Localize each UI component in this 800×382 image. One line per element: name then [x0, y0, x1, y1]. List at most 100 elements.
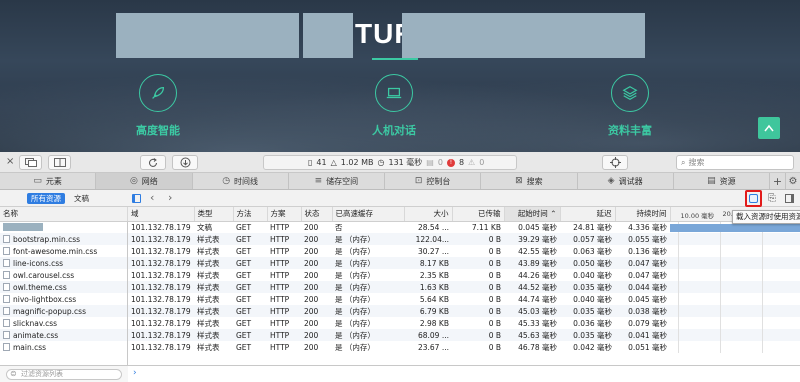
gear-icon[interactable]: ⚙ — [786, 173, 800, 189]
cached-cell: 是 （内存） — [332, 281, 404, 293]
table-row[interactable]: 101.132.78.179 样式表 GET HTTP 200 是 （内存） 5.64 KB… — [128, 293, 800, 305]
download-button[interactable] — [172, 155, 198, 170]
table-row[interactable]: owl.theme.css — [0, 281, 127, 293]
search-field[interactable]: ⌕ 搜索 — [676, 155, 794, 170]
table-row[interactable] — [0, 221, 127, 233]
tab-resources[interactable]: ▤ 资源 — [674, 173, 770, 189]
latency-cell: 0.063 毫秒 — [573, 246, 612, 256]
windows-icon — [24, 158, 37, 167]
waterfall-cell — [670, 245, 800, 257]
waterfall-cell — [670, 281, 800, 293]
resource-name-cell: owl.theme.css — [0, 281, 127, 293]
status-cell: 200 — [304, 294, 319, 304]
resource-name: line-icons.css — [3, 259, 124, 268]
sidebar-toggle-icon[interactable] — [132, 194, 141, 203]
details-sidebar-icon[interactable] — [785, 194, 794, 203]
resource-name-label: slicknav.css — [13, 318, 58, 328]
resource-name-cell — [0, 221, 127, 233]
reload-button[interactable] — [140, 155, 166, 170]
redacted-block — [303, 13, 353, 58]
add-tab-icon[interactable]: + — [770, 173, 786, 189]
cached-cell: 否 — [335, 222, 343, 232]
duration-cell: 4.336 毫秒 — [628, 222, 667, 232]
size-cell: 2.98 KB — [419, 318, 449, 328]
page-hero: TURI 高度智能 人机对话 资料丰富 — [0, 0, 800, 152]
table-row[interactable]: slicknav.css — [0, 317, 127, 329]
waterfall-gridline — [762, 341, 763, 353]
table-row[interactable]: bootstrap.min.css — [0, 233, 127, 245]
domain-cell: 101.132.78.179 — [128, 233, 194, 245]
column-header-size[interactable]: 大小 — [404, 207, 453, 222]
rocket-icon — [139, 74, 177, 112]
tab-timeline[interactable]: ◷ 时间线 — [193, 173, 289, 189]
inspect-element-button[interactable] — [602, 155, 628, 170]
forward-arrow-icon[interactable]: › — [168, 191, 172, 204]
column-header-status[interactable]: 状态 — [301, 207, 333, 222]
filter-resource-input[interactable]: 过滤资源列表 — [6, 369, 122, 380]
resource-name-cell: bootstrap.min.css — [0, 233, 127, 245]
tab-debugger[interactable]: ◈ 调试器 — [578, 173, 674, 189]
tab-network[interactable]: ◎ 网络 — [96, 173, 193, 189]
stylesheet-file-icon — [3, 259, 10, 267]
table-row[interactable]: main.css — [0, 341, 127, 353]
activity-summary[interactable]: ▯ 41 △ 1.02 MB ◷ 131 毫秒 ▤ 0 ! 8 ⚠ 0 — [263, 155, 517, 170]
table-row[interactable]: line-icons.css — [0, 257, 127, 269]
table-row[interactable]: 101.132.78.179 样式表 GET HTTP 200 是 （内存） 1.63 KB… — [128, 281, 800, 293]
table-row[interactable]: 101.132.78.179 样式表 GET HTTP 200 是 （内存） 8.17 KB… — [128, 257, 800, 269]
close-icon[interactable]: × — [6, 156, 14, 167]
tab-console[interactable]: ⊡ 控制台 — [385, 173, 482, 189]
table-row[interactable]: 101.132.78.179 样式表 GET HTTP 200 是 （内存） 30.27 .… — [128, 245, 800, 257]
waterfall-gridline — [678, 329, 679, 341]
scheme-cell: HTTP — [267, 257, 301, 269]
table-row[interactable]: font-awesome.min.css — [0, 245, 127, 257]
column-header-name[interactable]: 名称 — [0, 207, 128, 222]
table-row[interactable]: magnific-popup.css — [0, 305, 127, 317]
column-header-type[interactable]: 类型 — [194, 207, 234, 222]
column-header-method[interactable]: 方法 — [233, 207, 268, 222]
column-header-domain[interactable]: 域 — [128, 207, 195, 222]
back-arrow-icon[interactable]: ‹ — [150, 191, 154, 204]
status-cell: 200 — [304, 222, 319, 232]
waterfall-gridline — [678, 317, 679, 329]
dock-side-button[interactable] — [48, 155, 71, 170]
tab-label: 控制台 — [426, 176, 451, 186]
tab-elements[interactable]: ▭ 元素 — [0, 173, 97, 189]
method-cell: GET — [233, 305, 267, 317]
duration-cell: 0.051 毫秒 — [628, 342, 667, 352]
arrow-up-icon — [764, 124, 774, 132]
table-row[interactable]: 101.132.78.179 样式表 GET HTTP 200 是 （内存） 2.98 KB… — [128, 317, 800, 329]
console-prompt[interactable]: › — [128, 365, 800, 382]
table-row[interactable]: 101.132.78.179 样式表 GET HTTP 200 是 （内存） 2.35 KB… — [128, 269, 800, 281]
type-cell: 样式表 — [197, 270, 220, 280]
transferred-cell: 0 B — [488, 270, 501, 280]
column-header-duration[interactable]: 持续时间 — [615, 207, 671, 222]
latency-cell: 0.040 毫秒 — [573, 270, 612, 280]
tab-search[interactable]: ⊠ 搜索 — [481, 173, 578, 189]
table-row[interactable]: nivo-lightbox.css — [0, 293, 127, 305]
column-header-latency[interactable]: 延迟 — [560, 207, 616, 222]
table-row[interactable]: 101.132.78.179 样式表 GET HTTP 200 是 （内存） 68.09 .… — [128, 329, 800, 341]
tab-storage[interactable]: ≡ 储存空间 — [289, 173, 385, 189]
export-har-icon[interactable]: ⎘ — [768, 193, 776, 204]
table-row[interactable]: 101.132.78.179 样式表 GET HTTP 200 是 （内存） 23.67 .… — [128, 341, 800, 353]
table-row[interactable]: 101.132.78.179 文稿 GET HTTP 200 否 28.54 ... 7.11… — [128, 221, 800, 233]
column-header-scheme[interactable]: 方案 — [267, 207, 302, 222]
size-cell: 28.54 ... — [417, 222, 449, 232]
table-row[interactable]: owl.carousel.css — [0, 269, 127, 281]
column-header-start-time[interactable]: 起始时间 ⌃ — [504, 207, 561, 222]
transferred-cell: 0 B — [452, 329, 504, 341]
table-row[interactable]: animate.css — [0, 329, 127, 341]
all-resources-button[interactable]: 所有资源 — [27, 193, 65, 204]
feature-label: 资料丰富 — [608, 124, 652, 137]
column-header-cached[interactable]: 已高速缓存 — [332, 207, 405, 222]
duration-cell: 0.038 毫秒 — [615, 305, 670, 317]
disable-cache-icon[interactable] — [749, 194, 758, 203]
column-header-transferred[interactable]: 已传输 — [452, 207, 505, 222]
search-icon: ⊠ — [515, 176, 523, 186]
table-row[interactable]: 101.132.78.179 样式表 GET HTTP 200 是 （内存） 122.04.… — [128, 233, 800, 245]
documents-filter[interactable]: 文稿 — [74, 193, 89, 204]
table-row[interactable]: 101.132.78.179 样式表 GET HTTP 200 是 （内存） 6.79 KB… — [128, 305, 800, 317]
detach-button[interactable] — [19, 155, 42, 170]
back-to-top-button[interactable] — [758, 117, 780, 139]
crosshair-icon — [609, 157, 621, 168]
